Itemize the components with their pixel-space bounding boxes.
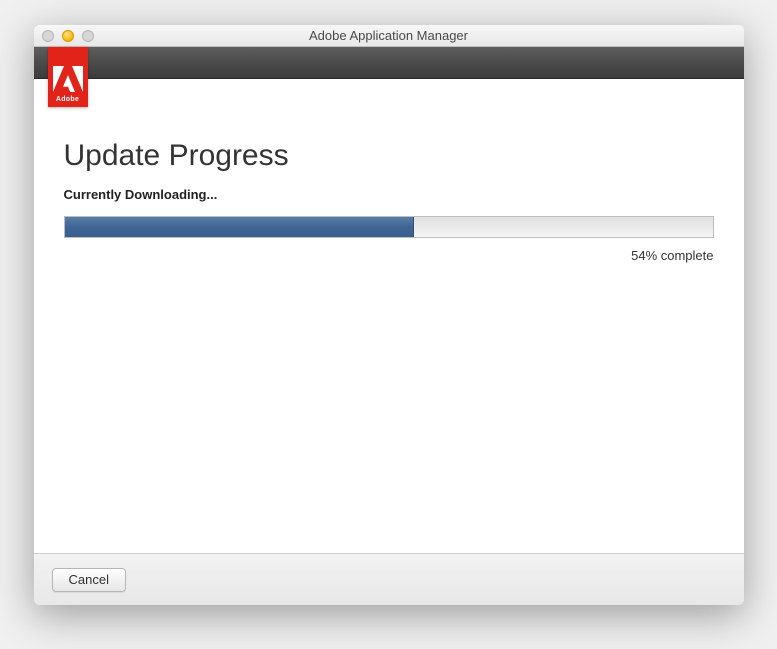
titlebar[interactable]: Adobe Application Manager: [34, 25, 744, 47]
status-label: Currently Downloading...: [64, 187, 714, 202]
progress-text: 54% complete: [64, 248, 714, 263]
close-icon[interactable]: [42, 30, 54, 42]
content-area: Update Progress Currently Downloading...…: [34, 79, 744, 553]
traffic-lights: [42, 30, 94, 42]
zoom-icon[interactable]: [82, 30, 94, 42]
window-title: Adobe Application Manager: [34, 28, 744, 43]
header-band: Adobe: [34, 47, 744, 79]
adobe-logo: Adobe: [48, 47, 88, 107]
footer: Cancel: [34, 553, 744, 605]
app-window: Adobe Application Manager Adobe Update P…: [34, 25, 744, 605]
minimize-icon[interactable]: [62, 30, 74, 42]
progress-fill: [65, 217, 415, 237]
adobe-logo-text: Adobe: [56, 96, 79, 103]
cancel-button[interactable]: Cancel: [52, 568, 126, 592]
page-title: Update Progress: [64, 139, 714, 173]
adobe-a-icon: [53, 64, 83, 94]
progress-bar: [64, 216, 714, 238]
